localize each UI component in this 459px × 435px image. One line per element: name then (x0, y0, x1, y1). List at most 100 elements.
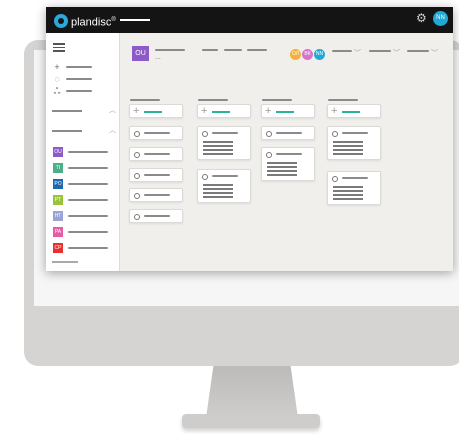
chevron-down-icon[interactable]: ﹀ (431, 50, 438, 57)
activity-text-placeholder (203, 188, 233, 190)
circle-icon (266, 131, 272, 137)
activity-card[interactable] (197, 169, 251, 203)
sidebar-item-people[interactable]: ஃ (53, 87, 92, 96)
activity-text-placeholder (333, 186, 363, 188)
activity-text-placeholder (333, 141, 363, 143)
sidebar-wheel-item[interactable]: PT (53, 195, 108, 205)
activity-text-placeholder (333, 190, 363, 192)
activity-title-placeholder (212, 132, 238, 134)
activity-card[interactable] (129, 126, 183, 140)
add-card-placeholder (144, 111, 162, 113)
top-bar: plandisc® ⚙ NN (46, 7, 453, 33)
sidebar-section-title (52, 110, 82, 112)
chevron-down-icon[interactable]: ﹀ (393, 50, 400, 57)
activity-card[interactable] (129, 188, 183, 202)
activity-title-placeholder (144, 194, 170, 196)
activity-text-placeholder (267, 170, 297, 172)
member-avatar[interactable]: ОЛ (290, 49, 301, 60)
activity-card[interactable] (129, 147, 183, 161)
sidebar-footer (52, 261, 78, 263)
wheel-name-placeholder (68, 215, 108, 217)
activity-card[interactable] (261, 126, 315, 140)
circle-icon (134, 173, 140, 179)
activity-title-placeholder (144, 215, 170, 217)
activity-card[interactable] (129, 168, 183, 182)
activity-text-placeholder (203, 149, 233, 151)
hamburger-icon[interactable] (53, 43, 65, 54)
circle-icon (266, 152, 272, 158)
sidebar-item-search[interactable]: ◌ (53, 74, 92, 84)
chevron-up-icon[interactable]: ︿ (109, 127, 116, 134)
main-area: OU ... ОЛ ВК NN ﹀ ﹀ ﹀ + + + + (120, 33, 453, 271)
add-card-button[interactable]: + (197, 104, 251, 118)
activity-text-placeholder (203, 145, 233, 147)
sidebar-wheel-item[interactable]: HT (53, 211, 108, 221)
plus-icon: + (133, 105, 140, 117)
user-avatar[interactable]: NN (433, 11, 448, 26)
wheel-title-placeholder (155, 49, 185, 51)
activity-text-placeholder (267, 166, 297, 168)
sidebar-wheel-item[interactable]: PA (53, 227, 108, 237)
logo-text: plandisc® (71, 16, 116, 29)
sidebar-wheel-item[interactable]: PO (53, 179, 108, 189)
activity-card[interactable] (261, 147, 315, 181)
circle-icon (134, 152, 140, 158)
add-card-button[interactable]: + (129, 104, 183, 118)
plus-icon: + (54, 62, 60, 72)
header-menu-placeholder[interactable] (224, 49, 242, 51)
sidebar-item-add[interactable]: + (53, 62, 92, 72)
wheel-name-placeholder (68, 167, 108, 169)
dropdown-placeholder[interactable] (407, 50, 429, 52)
add-card-button[interactable]: + (261, 104, 315, 118)
activity-text-placeholder (203, 196, 233, 198)
column-title-placeholder (262, 99, 292, 101)
wheel-color-badge: CP (53, 243, 63, 253)
activity-card[interactable] (129, 209, 183, 223)
activity-text-placeholder (333, 153, 363, 155)
gear-icon[interactable]: ⚙ (416, 12, 428, 24)
wheel-subtitle: ... (155, 54, 161, 61)
sidebar-item-placeholder (66, 78, 92, 80)
wheel-name-placeholder (68, 151, 108, 153)
header-menu-placeholder[interactable] (247, 49, 267, 51)
column-title-placeholder (328, 99, 358, 101)
activity-title-placeholder (144, 174, 170, 176)
activity-card[interactable] (197, 126, 251, 160)
circle-icon (134, 131, 140, 137)
sidebar-wheel-item[interactable]: CP (53, 243, 108, 253)
dropdown-placeholder[interactable] (369, 50, 391, 52)
circle-icon (202, 174, 208, 180)
activity-title-placeholder (212, 175, 238, 177)
member-avatar[interactable]: ВК (302, 49, 313, 60)
sidebar-wheel-item[interactable]: TI (53, 163, 108, 173)
add-card-button[interactable]: + (327, 104, 381, 118)
activity-text-placeholder (333, 149, 363, 151)
activity-card[interactable] (327, 171, 381, 205)
logo[interactable]: plandisc® (54, 13, 116, 30)
circle-icon (134, 214, 140, 220)
activity-title-placeholder (276, 153, 302, 155)
header-menu-placeholder[interactable] (202, 49, 218, 51)
wheel-color-badge: HT (53, 211, 63, 221)
activity-title-placeholder (342, 177, 368, 179)
circle-icon (202, 131, 208, 137)
activity-text-placeholder (267, 174, 297, 176)
sidebar-wheel-item[interactable]: OU (53, 147, 108, 157)
activity-text-placeholder (333, 194, 363, 196)
top-menu-placeholder[interactable] (120, 19, 150, 21)
activity-card[interactable] (327, 126, 381, 160)
activity-text-placeholder (333, 198, 363, 200)
logo-mark-icon (54, 14, 68, 29)
circle-icon: ◌ (54, 74, 60, 84)
circle-icon (332, 131, 338, 137)
circle-icon (332, 176, 338, 182)
chevron-up-icon[interactable]: ︿ (109, 107, 116, 114)
dropdown-placeholder[interactable] (332, 50, 352, 52)
activity-title-placeholder (144, 132, 170, 134)
monitor-stand-neck (206, 366, 298, 418)
activity-text-placeholder (203, 141, 233, 143)
member-avatar[interactable]: NN (314, 49, 325, 60)
monitor-stand-base (182, 414, 320, 428)
wheel-badge[interactable]: OU (132, 46, 149, 61)
chevron-down-icon[interactable]: ﹀ (354, 50, 361, 57)
